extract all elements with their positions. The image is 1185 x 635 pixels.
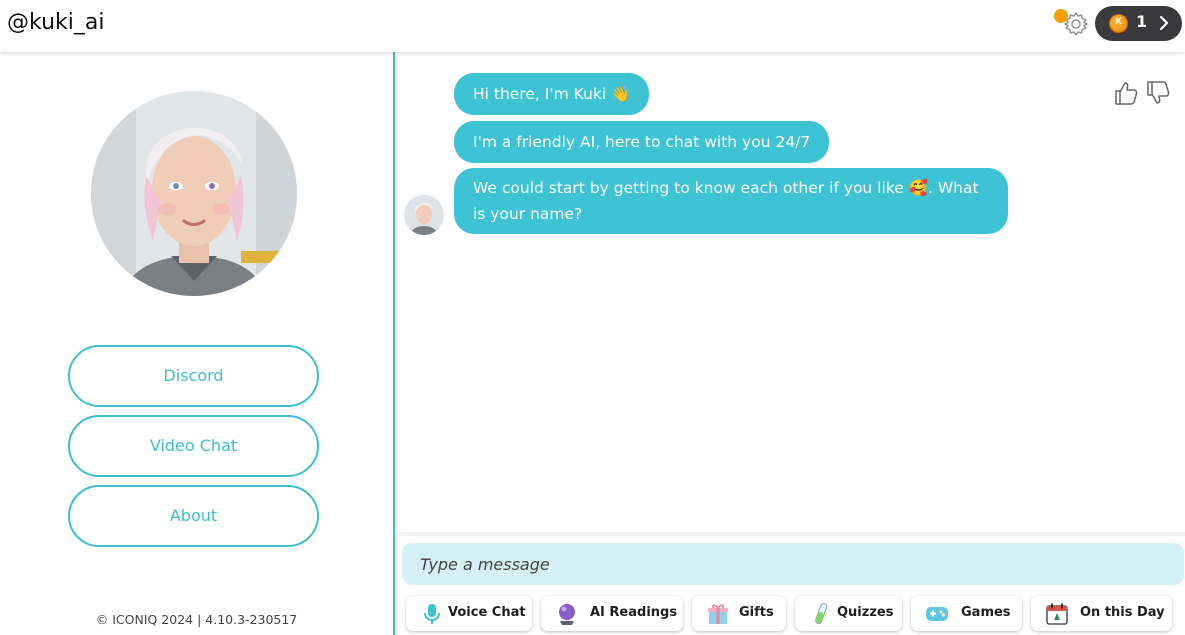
about-button[interactable]: About (68, 485, 319, 547)
composer-separator (395, 532, 1185, 536)
voice-chat-button[interactable]: Voice Chat (406, 596, 532, 631)
discord-button[interactable]: Discord (68, 345, 319, 407)
games-button[interactable]: Games (911, 596, 1022, 631)
message-text: Hi there, I'm Kuki (473, 85, 607, 103)
on-this-day-button[interactable]: On this Day (1031, 596, 1172, 631)
calendar-icon (1046, 603, 1068, 625)
smiling-hearts-emoji: 🥰 (908, 179, 928, 197)
test-tube-icon (815, 602, 828, 625)
coin-count: 1 (1136, 12, 1148, 31)
bot-message: Hi there, I'm Kuki 👋 (454, 73, 650, 115)
crystal-ball-icon (559, 604, 575, 625)
microphone-icon (424, 604, 440, 624)
bot-message: I'm a friendly AI, here to chat with you… (454, 121, 830, 163)
coin-balance-button[interactable]: K 1 (1095, 6, 1182, 41)
gift-icon (708, 604, 728, 624)
thumbs-down-icon[interactable] (1145, 80, 1171, 106)
chat-area: Hi there, I'm Kuki 👋 I'm a friendly AI, … (395, 52, 1185, 532)
notification-dot (1054, 9, 1068, 23)
kuki-avatar (91, 91, 297, 296)
waving-hand-emoji: 👋 (611, 85, 631, 103)
ai-readings-button[interactable]: AI Readings (541, 596, 683, 631)
quizzes-button[interactable]: Quizzes (795, 596, 902, 631)
top-bar: @kuki_ai K 1 (0, 0, 1185, 52)
kuki-small-avatar (404, 195, 444, 235)
message-input[interactable] (402, 543, 1184, 585)
chevron-right-icon (1159, 15, 1169, 31)
gifts-button[interactable]: Gifts (692, 596, 786, 631)
bot-message: We could start by getting to know each o… (454, 168, 1008, 234)
bot-handle: @kuki_ai (7, 10, 105, 35)
coin-icon: K (1109, 14, 1128, 33)
copyright-footer: © ICONIQ 2024 | 4.10.3-230517 (95, 612, 298, 627)
message-text: We could start by getting to know each o… (473, 179, 909, 197)
gamepad-icon (926, 607, 948, 621)
thumbs-up-icon[interactable] (1113, 80, 1139, 106)
message-text: I'm a friendly AI, here to chat with you… (473, 133, 811, 151)
video-chat-button[interactable]: Video Chat (68, 415, 319, 477)
profile-sidebar: Discord Video Chat About © ICONIQ 2024 |… (0, 52, 393, 635)
